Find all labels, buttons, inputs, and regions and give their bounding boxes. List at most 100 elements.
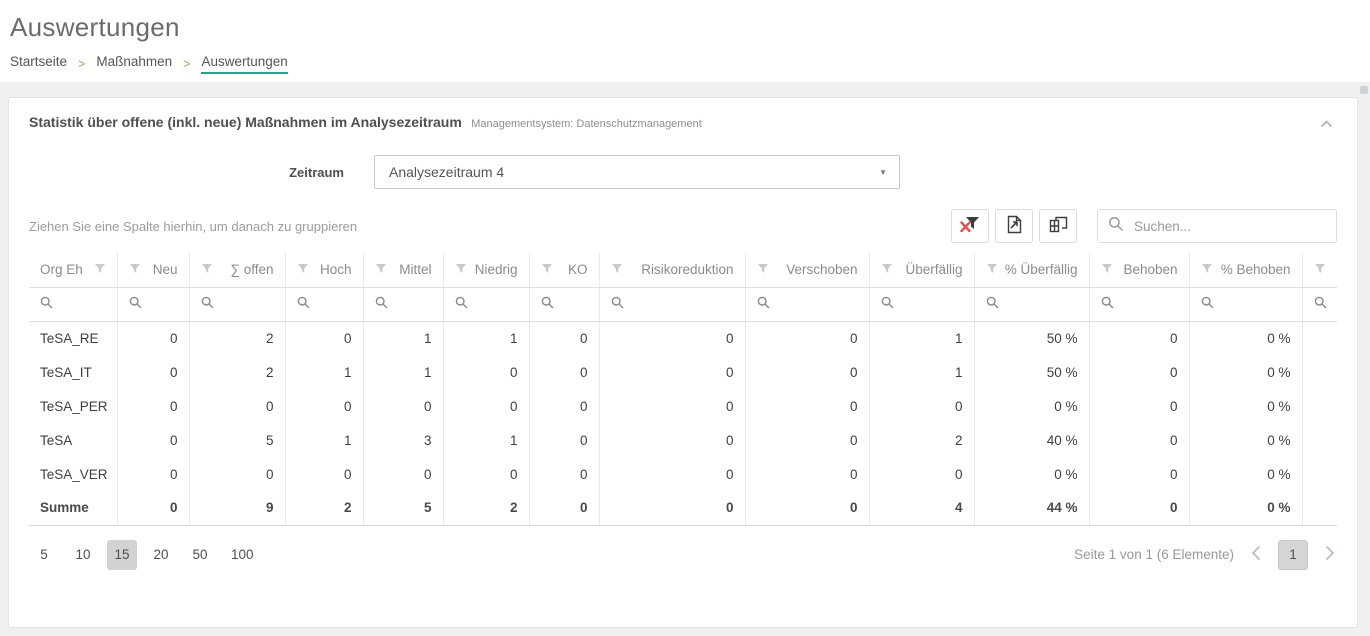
- table-cell: 1: [443, 423, 529, 457]
- column-header-ko[interactable]: KO: [529, 253, 599, 287]
- export-button[interactable]: [995, 209, 1033, 243]
- column-header--berf-llig[interactable]: Überfällig: [869, 253, 974, 287]
- table-row: TeSA05131000240 %00 %: [29, 423, 1337, 457]
- filter-cell[interactable]: [117, 287, 189, 321]
- page-title: Auswertungen: [10, 12, 1370, 43]
- column-chooser-button[interactable]: [1039, 209, 1077, 243]
- column-header-mittel[interactable]: Mittel: [363, 253, 443, 287]
- table-cell: 0 %: [1189, 423, 1302, 457]
- breadcrumb-separator-icon: >: [183, 57, 190, 71]
- column-header-niedrig[interactable]: Niedrig: [443, 253, 529, 287]
- zeitraum-select[interactable]: Analysezeitraum 4 ▼: [374, 155, 900, 189]
- table-cell: 0: [745, 389, 869, 423]
- table-cell: 0: [599, 423, 745, 457]
- column-caption: Org Eh: [40, 262, 83, 277]
- table-cell: 0: [869, 457, 974, 491]
- page-size-20[interactable]: 20: [146, 540, 176, 570]
- clear-filter-button[interactable]: [951, 209, 989, 243]
- filter-funnel-icon[interactable]: [375, 262, 387, 277]
- main-area: Statistik über offene (inkl. neue) Maßna…: [0, 82, 1370, 636]
- page-size-5[interactable]: 5: [29, 540, 59, 570]
- filter-cell[interactable]: [363, 287, 443, 321]
- column-caption: Mittel: [399, 262, 431, 277]
- chevron-left-icon: [1251, 545, 1261, 564]
- table-cell: 0: [1089, 321, 1189, 355]
- page-size-10[interactable]: 10: [68, 540, 98, 570]
- column-header-org-eh[interactable]: Org Eh: [29, 253, 117, 287]
- filter-cell[interactable]: [599, 287, 745, 321]
- statistics-panel: Statistik über offene (inkl. neue) Maßna…: [8, 97, 1358, 628]
- filter-cell[interactable]: [1189, 287, 1302, 321]
- column-header-hoch[interactable]: Hoch: [285, 253, 363, 287]
- table-cell: 1: [869, 321, 974, 355]
- breadcrumb-item-1[interactable]: Maßnahmen: [96, 54, 172, 74]
- search-icon: [1314, 296, 1327, 312]
- pager: 5 10 15 20 50 100 Seite 1 von 1 (6 Elemente) …: [29, 540, 1337, 570]
- column-header--offen[interactable]: ∑ offen: [189, 253, 285, 287]
- search-input[interactable]: [1132, 218, 1326, 235]
- filter-cell[interactable]: [189, 287, 285, 321]
- filler-cell: [1302, 423, 1337, 457]
- filter-funnel-icon[interactable]: [757, 262, 769, 277]
- table-cell: 0: [189, 389, 285, 423]
- filler-cell: [1302, 457, 1337, 491]
- filter-funnel-icon[interactable]: [1314, 262, 1326, 277]
- page-size-50[interactable]: 50: [185, 540, 215, 570]
- column-header-behoben[interactable]: Behoben: [1089, 253, 1189, 287]
- breadcrumb-item-0[interactable]: Startseite: [10, 54, 67, 74]
- data-grid: Org Eh Neu ∑ offen Hoch Mittel NiedrigKORisik…: [29, 253, 1337, 526]
- filter-cell[interactable]: [529, 287, 599, 321]
- breadcrumb-item-2[interactable]: Auswertungen: [201, 54, 287, 74]
- column-header--berf-llig[interactable]: % Überfällig: [974, 253, 1089, 287]
- filler-cell: [1302, 491, 1337, 525]
- page-size-100[interactable]: 100: [224, 540, 261, 570]
- table-cell: 2: [869, 423, 974, 457]
- filter-funnel-icon[interactable]: [297, 262, 309, 277]
- filter-cell[interactable]: [285, 287, 363, 321]
- table-cell: 40 %: [974, 423, 1089, 457]
- current-page-button[interactable]: 1: [1278, 540, 1308, 570]
- table-cell: 0 %: [974, 389, 1089, 423]
- column-caption: ∑ offen: [230, 262, 273, 277]
- filter-cell[interactable]: [869, 287, 974, 321]
- table-cell: 0: [443, 389, 529, 423]
- scrollbar-thumb[interactable]: [1360, 86, 1368, 94]
- column-header--behoben[interactable]: % Behoben: [1189, 253, 1302, 287]
- filter-cell[interactable]: [1089, 287, 1189, 321]
- filter-funnel-icon[interactable]: [1101, 262, 1113, 277]
- filter-funnel-icon[interactable]: [541, 262, 553, 277]
- column-header-row: Org Eh Neu ∑ offen Hoch Mittel NiedrigKORisik…: [29, 253, 1337, 287]
- filter-funnel-icon[interactable]: [1201, 262, 1213, 277]
- table-cell: 50 %: [974, 321, 1089, 355]
- filter-funnel-icon[interactable]: [201, 262, 213, 277]
- filter-funnel-icon[interactable]: [94, 262, 106, 277]
- pager-right: Seite 1 von 1 (6 Elemente) 1: [1074, 540, 1337, 570]
- table-cell: 0: [869, 389, 974, 423]
- filter-cell[interactable]: [443, 287, 529, 321]
- filter-cell[interactable]: [29, 287, 117, 321]
- page-size-15[interactable]: 15: [107, 540, 137, 570]
- column-header-verschoben[interactable]: Verschoben: [745, 253, 869, 287]
- filter-cell[interactable]: [974, 287, 1089, 321]
- column-caption: % Überfällig: [1005, 262, 1078, 277]
- table-cell: 0: [117, 321, 189, 355]
- column-header-neu[interactable]: Neu: [117, 253, 189, 287]
- table-cell: 50 %: [974, 355, 1089, 389]
- table-cell: 0: [285, 389, 363, 423]
- filter-cell[interactable]: [1302, 287, 1337, 321]
- filter-funnel-icon[interactable]: [881, 262, 893, 277]
- collapse-panel-button[interactable]: [1316, 114, 1337, 133]
- filter-funnel-icon[interactable]: [986, 262, 998, 277]
- next-page-button[interactable]: [1323, 545, 1337, 564]
- table-cell: 0: [599, 491, 745, 525]
- filter-funnel-icon[interactable]: [455, 262, 467, 277]
- filter-funnel-icon[interactable]: [611, 262, 623, 277]
- prev-page-button[interactable]: [1249, 545, 1263, 564]
- table-cell: 4: [869, 491, 974, 525]
- filter-funnel-icon[interactable]: [129, 262, 141, 277]
- table-cell: 5: [363, 491, 443, 525]
- table-cell: 1: [285, 423, 363, 457]
- column-header-risikoreduktion[interactable]: Risikoreduktion: [599, 253, 745, 287]
- table-cell: 0: [117, 389, 189, 423]
- filter-cell[interactable]: [745, 287, 869, 321]
